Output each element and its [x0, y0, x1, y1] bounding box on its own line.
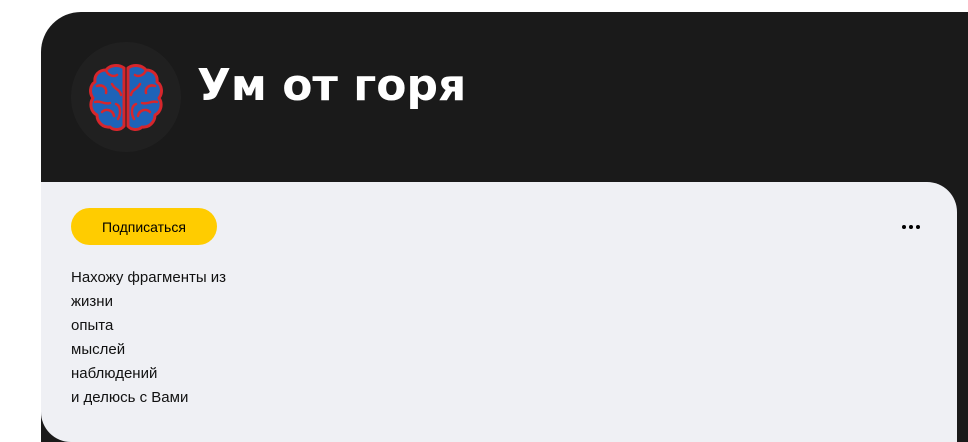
- channel-description: Нахожу фрагменты из жизни опыта мыслей н…: [71, 266, 471, 410]
- description-line: мыслей: [71, 341, 126, 358]
- description-line: Нахожу фрагменты из: [71, 269, 227, 286]
- brain-icon: [89, 64, 163, 131]
- description-line: наблюдений: [71, 365, 158, 382]
- channel-card: Ум от горя Подписаться Нахожу фрагменты …: [41, 12, 968, 442]
- avatar[interactable]: [71, 42, 181, 152]
- more-dots-icon: [902, 225, 920, 229]
- subscribe-button[interactable]: Подписаться: [71, 208, 217, 245]
- description-line: и делюсь с Вами: [71, 389, 189, 406]
- channel-header: Ум от горя: [41, 12, 968, 190]
- channel-info-panel: Подписаться Нахожу фрагменты из жизни оп…: [41, 182, 957, 442]
- more-options-button[interactable]: [893, 218, 929, 236]
- description-line: жизни: [71, 293, 113, 310]
- channel-title: Ум от горя: [197, 60, 467, 111]
- description-line: опыта: [71, 317, 114, 334]
